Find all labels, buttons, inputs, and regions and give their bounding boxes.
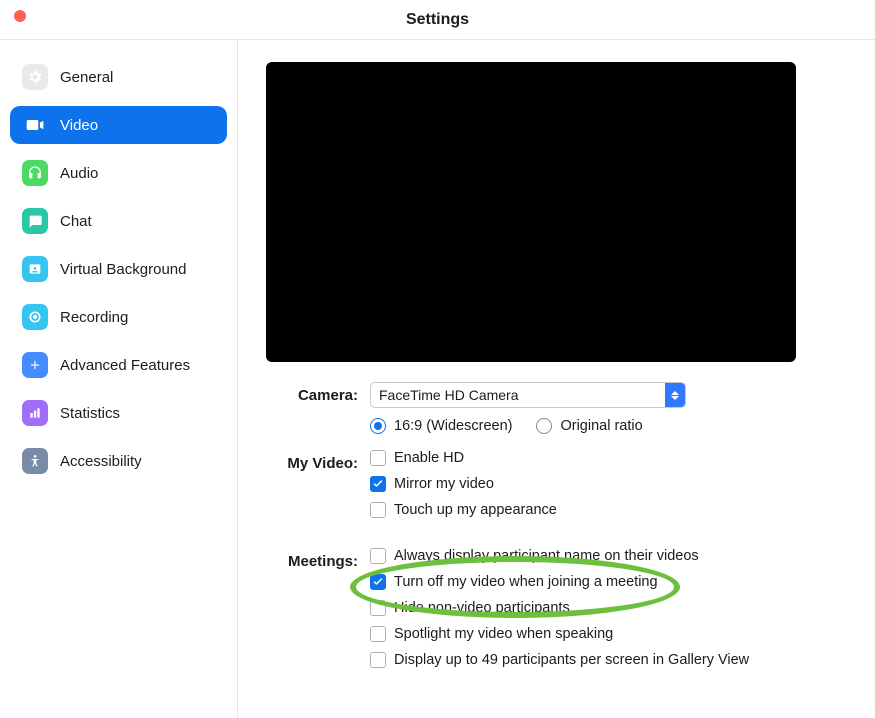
video-preview: [266, 62, 796, 362]
checkbox-icon: [370, 652, 386, 668]
radio-dot-icon: [370, 418, 386, 434]
sidebar-item-audio[interactable]: Audio: [10, 154, 227, 192]
check-label: Enable HD: [394, 450, 464, 466]
sidebar-item-label: Virtual Background: [60, 261, 186, 278]
check-label: Touch up my appearance: [394, 502, 557, 518]
radio-original-ratio[interactable]: Original ratio: [536, 418, 642, 434]
check-always-display-name[interactable]: Always display participant name on their…: [370, 548, 847, 564]
check-mirror-my-video[interactable]: Mirror my video: [370, 476, 847, 492]
check-turn-off-video-on-join[interactable]: Turn off my video when joining a meeting: [370, 574, 847, 590]
check-touch-up-appearance[interactable]: Touch up my appearance: [370, 502, 847, 518]
checkbox-icon: [370, 502, 386, 518]
radio-label: 16:9 (Widescreen): [394, 418, 512, 434]
plus-icon: [22, 352, 48, 378]
main-panel: Camera: FaceTime HD Camera 16:9 (Widescr…: [238, 40, 875, 718]
check-label: Spotlight my video when speaking: [394, 626, 613, 642]
sidebar-item-label: Chat: [60, 213, 92, 230]
chat-icon: [22, 208, 48, 234]
check-hide-non-video[interactable]: Hide non-video participants: [370, 600, 847, 616]
virtual-background-icon: [22, 256, 48, 282]
radio-16-9[interactable]: 16:9 (Widescreen): [370, 418, 512, 434]
sidebar-item-label: Accessibility: [60, 453, 142, 470]
accessibility-icon: [22, 448, 48, 474]
sidebar-item-label: Recording: [60, 309, 128, 326]
checkbox-icon: [370, 476, 386, 492]
camera-label: Camera:: [266, 382, 370, 444]
radio-label: Original ratio: [560, 418, 642, 434]
check-label: Mirror my video: [394, 476, 494, 492]
radio-dot-icon: [536, 418, 552, 434]
checkbox-icon: [370, 548, 386, 564]
checkbox-icon: [370, 574, 386, 590]
camera-select-value: FaceTime HD Camera: [371, 387, 665, 403]
sidebar-item-accessibility[interactable]: Accessibility: [10, 442, 227, 480]
meetings-label: Meetings:: [266, 548, 370, 678]
sidebar: General Video Audio Chat Virtual Backgro: [0, 40, 238, 718]
checkbox-icon: [370, 450, 386, 466]
sidebar-item-label: Video: [60, 117, 98, 134]
sidebar-item-label: Statistics: [60, 405, 120, 422]
sidebar-item-video[interactable]: Video: [10, 106, 227, 144]
dropdown-arrows-icon: [665, 383, 685, 407]
sidebar-item-general[interactable]: General: [10, 58, 227, 96]
check-display-49-participants[interactable]: Display up to 49 participants per screen…: [370, 652, 847, 668]
check-label: Display up to 49 participants per screen…: [394, 652, 749, 668]
gear-icon: [22, 64, 48, 90]
sidebar-item-recording[interactable]: Recording: [10, 298, 227, 336]
check-enable-hd[interactable]: Enable HD: [370, 450, 847, 466]
titlebar: Settings: [0, 0, 875, 40]
record-icon: [22, 304, 48, 330]
sidebar-item-statistics[interactable]: Statistics: [10, 394, 227, 432]
sidebar-item-label: Advanced Features: [60, 357, 190, 374]
checkbox-icon: [370, 626, 386, 642]
checkbox-icon: [370, 600, 386, 616]
camera-select[interactable]: FaceTime HD Camera: [370, 382, 686, 408]
check-spotlight-when-speaking[interactable]: Spotlight my video when speaking: [370, 626, 847, 642]
my-video-label: My Video:: [266, 450, 370, 528]
headphones-icon: [22, 160, 48, 186]
sidebar-item-chat[interactable]: Chat: [10, 202, 227, 240]
window-title: Settings: [0, 11, 875, 29]
sidebar-item-label: General: [60, 69, 113, 86]
sidebar-item-label: Audio: [60, 165, 98, 182]
video-icon: [22, 112, 48, 138]
check-label: Hide non-video participants: [394, 600, 570, 616]
close-window-dot[interactable]: [14, 10, 26, 22]
sidebar-item-advanced-features[interactable]: Advanced Features: [10, 346, 227, 384]
bar-chart-icon: [22, 400, 48, 426]
check-label: Always display participant name on their…: [394, 548, 699, 564]
check-label: Turn off my video when joining a meeting: [394, 574, 658, 590]
sidebar-item-virtual-background[interactable]: Virtual Background: [10, 250, 227, 288]
